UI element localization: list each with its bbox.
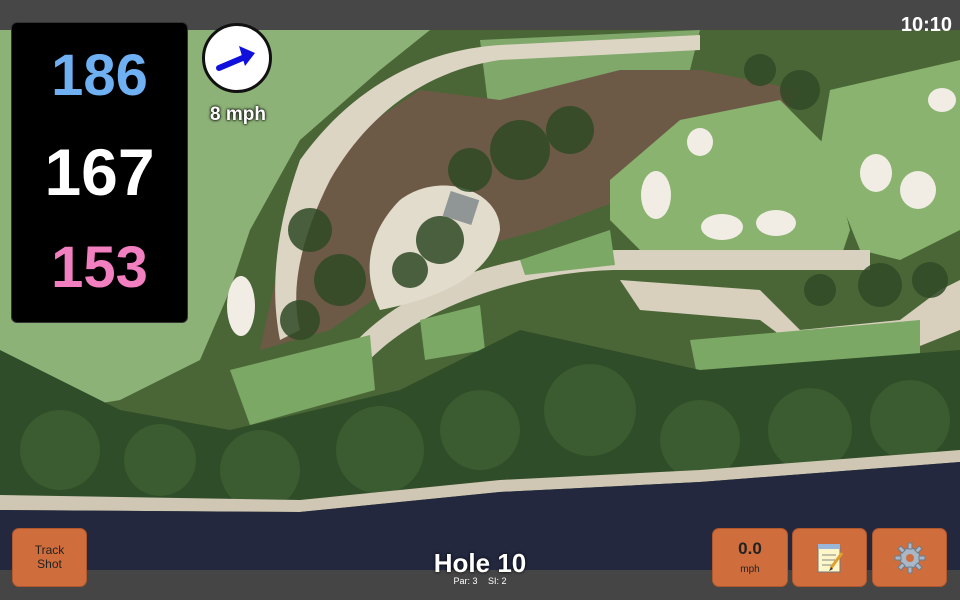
notes-button[interactable] xyxy=(792,528,867,587)
wind-speed-label: 8 mph xyxy=(210,104,266,125)
distance-panel[interactable]: 186 167 153 xyxy=(11,22,188,323)
track-shot-label-line1: Track xyxy=(34,542,65,557)
settings-button[interactable] xyxy=(872,528,947,587)
wind-direction-indicator xyxy=(202,23,272,93)
speed-unit: mph xyxy=(740,564,760,575)
clock: 10:10 xyxy=(900,14,952,36)
speed-button[interactable]: 0.0 mph xyxy=(712,528,788,587)
hole-info: Par: 3 SI: 2 xyxy=(380,577,580,586)
track-shot-label-line2: Shot xyxy=(37,556,62,571)
stroke-index-label: SI: 2 xyxy=(488,576,507,586)
track-shot-button[interactable]: Track Shot xyxy=(12,528,87,587)
back-of-green-distance: 186 xyxy=(51,43,148,108)
wind-arrow-icon xyxy=(216,46,255,71)
par-label: Par: 3 xyxy=(453,576,478,586)
notepad-icon xyxy=(817,543,843,572)
hole-title: Hole 10 xyxy=(433,548,527,578)
middle-of-green-distance: 167 xyxy=(44,135,155,209)
gear-icon xyxy=(894,542,925,573)
front-of-green-distance: 153 xyxy=(51,235,148,300)
speed-value: 0.0 xyxy=(738,539,762,558)
